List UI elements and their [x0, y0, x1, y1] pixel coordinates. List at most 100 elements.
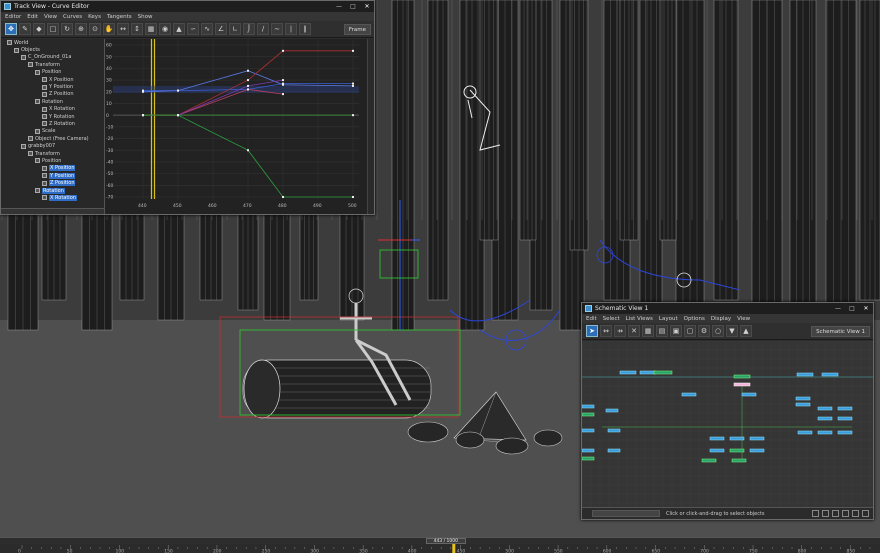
- menu-editor[interactable]: Editor: [5, 14, 21, 20]
- tree-item[interactable]: World: [1, 39, 104, 46]
- delete-icon[interactable]: ✕: [628, 325, 640, 337]
- tree-item[interactable]: Z Position: [1, 91, 104, 98]
- close-icon[interactable]: ✕: [859, 304, 873, 314]
- auto-tangent-icon[interactable]: ∽: [187, 23, 199, 35]
- zoom-selected-icon[interactable]: [852, 510, 859, 517]
- insert-keys-icon[interactable]: ◆: [33, 23, 45, 35]
- smooth-tangent-icon[interactable]: ∼: [271, 23, 283, 35]
- slow-tangent-icon[interactable]: ∟: [229, 23, 241, 35]
- schematic-view-window[interactable]: Schematic View 1 — □ ✕ Edit Select List …: [581, 302, 874, 520]
- controller-tree[interactable]: WorldObjectsC_OnGround_01aTransformPosit…: [1, 39, 105, 214]
- menu-keys[interactable]: Keys: [88, 14, 101, 20]
- display-floater-icon[interactable]: ▣: [670, 325, 682, 337]
- time-slider[interactable]: 443 / 1000: [426, 538, 466, 544]
- menu-curves[interactable]: Curves: [63, 14, 82, 20]
- tree-item[interactable]: grabby007: [1, 142, 104, 149]
- isolate-curve-icon[interactable]: ◉: [159, 23, 171, 35]
- schematic-canvas[interactable]: [582, 341, 873, 507]
- select-icon[interactable]: ➤: [586, 325, 598, 337]
- move-keys-icon[interactable]: ✥: [5, 23, 17, 35]
- retime-icon[interactable]: ↻: [61, 23, 73, 35]
- step-tangent-icon[interactable]: ⌡: [243, 23, 255, 35]
- menu-edit[interactable]: Edit: [27, 14, 38, 20]
- references-mode-icon[interactable]: ▤: [656, 325, 668, 337]
- snap-icon[interactable]: ⊕: [75, 23, 87, 35]
- minimize-icon[interactable]: —: [831, 304, 845, 314]
- zoom-horizontal-icon[interactable]: ↕: [131, 23, 143, 35]
- timeline[interactable]: 0501001502002503003504004505005506006507…: [0, 537, 880, 552]
- menu-tangents[interactable]: Tangents: [107, 14, 132, 20]
- unify-tangent-icon[interactable]: ∥: [299, 23, 311, 35]
- tree-scrollbar[interactable]: [1, 208, 104, 214]
- tree-item[interactable]: Position: [1, 157, 104, 164]
- zoom-region-icon[interactable]: ▦: [145, 23, 157, 35]
- frame-field[interactable]: Frame: [344, 24, 371, 35]
- menu-display[interactable]: Display: [711, 316, 731, 322]
- menu-view[interactable]: View: [44, 14, 57, 20]
- graph-scrollbar[interactable]: [367, 39, 374, 214]
- break-tangent-icon[interactable]: ∣: [285, 23, 297, 35]
- linear-tangent-icon[interactable]: ∕: [257, 23, 269, 35]
- pan-to-selected-icon[interactable]: [862, 510, 869, 517]
- zoom-extents-icon[interactable]: ↔: [117, 23, 129, 35]
- fast-tangent-icon[interactable]: ∠: [215, 23, 227, 35]
- draw-curves-icon[interactable]: ✎: [19, 23, 31, 35]
- collapse-icon[interactable]: ▲: [740, 325, 752, 337]
- tree-item[interactable]: Rotation: [1, 187, 104, 194]
- track-view-window[interactable]: Track View - Curve Editor — □ ✕ Editor E…: [0, 0, 375, 215]
- tree-item[interactable]: X Rotation: [1, 106, 104, 113]
- display-floater-icon-2[interactable]: ▢: [684, 325, 696, 337]
- menu-edit[interactable]: Edit: [586, 316, 597, 322]
- tree-item[interactable]: Rotation: [1, 98, 104, 105]
- tree-item[interactable]: Z Position: [1, 179, 104, 186]
- pan-icon[interactable]: ✋: [103, 23, 115, 35]
- free-all-icon[interactable]: ○: [712, 325, 724, 337]
- filter-icon[interactable]: ▲: [173, 23, 185, 35]
- preferences-icon[interactable]: ⚙: [698, 325, 710, 337]
- menu-show[interactable]: Show: [138, 14, 153, 20]
- spline-tangent-icon[interactable]: ∿: [201, 23, 213, 35]
- tree-item[interactable]: X Position: [1, 165, 104, 172]
- zoom-extents-icon[interactable]: [842, 510, 849, 517]
- tree-item-label: Position: [42, 69, 61, 75]
- schematic-graph[interactable]: [582, 341, 873, 507]
- tree-item[interactable]: Transform: [1, 61, 104, 68]
- tree-item-label: Position: [42, 158, 61, 164]
- menu-options[interactable]: Options: [684, 316, 705, 322]
- lock-selection-icon[interactable]: ⊙: [89, 23, 101, 35]
- tree-item[interactable]: Transform: [1, 150, 104, 157]
- curve-graph[interactable]: 6050403020100-10-20-30-40-50-60-70440450…: [105, 39, 374, 214]
- tree-item[interactable]: X Position: [1, 76, 104, 83]
- maximize-icon[interactable]: □: [346, 2, 360, 12]
- menu-layout[interactable]: Layout: [659, 316, 678, 322]
- tree-item[interactable]: Z Rotation: [1, 120, 104, 127]
- search-field[interactable]: [592, 510, 660, 517]
- expand-icon[interactable]: ▼: [726, 325, 738, 337]
- zoom-icon[interactable]: [822, 510, 829, 517]
- schematic-view-titlebar[interactable]: Schematic View 1 — □ ✕: [582, 303, 873, 314]
- track-view-titlebar[interactable]: Track View - Curve Editor — □ ✕: [1, 1, 374, 12]
- minimize-icon[interactable]: —: [332, 2, 346, 12]
- curve-graph-canvas[interactable]: 6050403020100-10-20-30-40-50-60-70440450…: [105, 39, 367, 209]
- tree-item[interactable]: Y Position: [1, 172, 104, 179]
- pan-icon[interactable]: [812, 510, 819, 517]
- tree-item[interactable]: C_OnGround_01a: [1, 54, 104, 61]
- tree-item[interactable]: Position: [1, 69, 104, 76]
- connect-icon[interactable]: ↭: [600, 325, 612, 337]
- region-tool-icon[interactable]: □: [47, 23, 59, 35]
- hierarchy-mode-icon[interactable]: ▦: [642, 325, 654, 337]
- unlink-icon[interactable]: ⇸: [614, 325, 626, 337]
- tree-item[interactable]: Object (Free Camera): [1, 135, 104, 142]
- tree-item[interactable]: X Rotation: [1, 194, 104, 201]
- tree-item[interactable]: Y Position: [1, 83, 104, 90]
- close-icon[interactable]: ✕: [360, 2, 374, 12]
- menu-list-views[interactable]: List Views: [626, 316, 653, 322]
- zoom-region-icon[interactable]: [832, 510, 839, 517]
- tree-item[interactable]: Y Rotation: [1, 113, 104, 120]
- menu-select[interactable]: Select: [603, 316, 620, 322]
- maximize-icon[interactable]: □: [845, 304, 859, 314]
- tree-item[interactable]: Scale: [1, 128, 104, 135]
- menu-view[interactable]: View: [737, 316, 750, 322]
- tree-item[interactable]: Objects: [1, 46, 104, 53]
- view-name-field[interactable]: Schematic View 1: [811, 326, 870, 337]
